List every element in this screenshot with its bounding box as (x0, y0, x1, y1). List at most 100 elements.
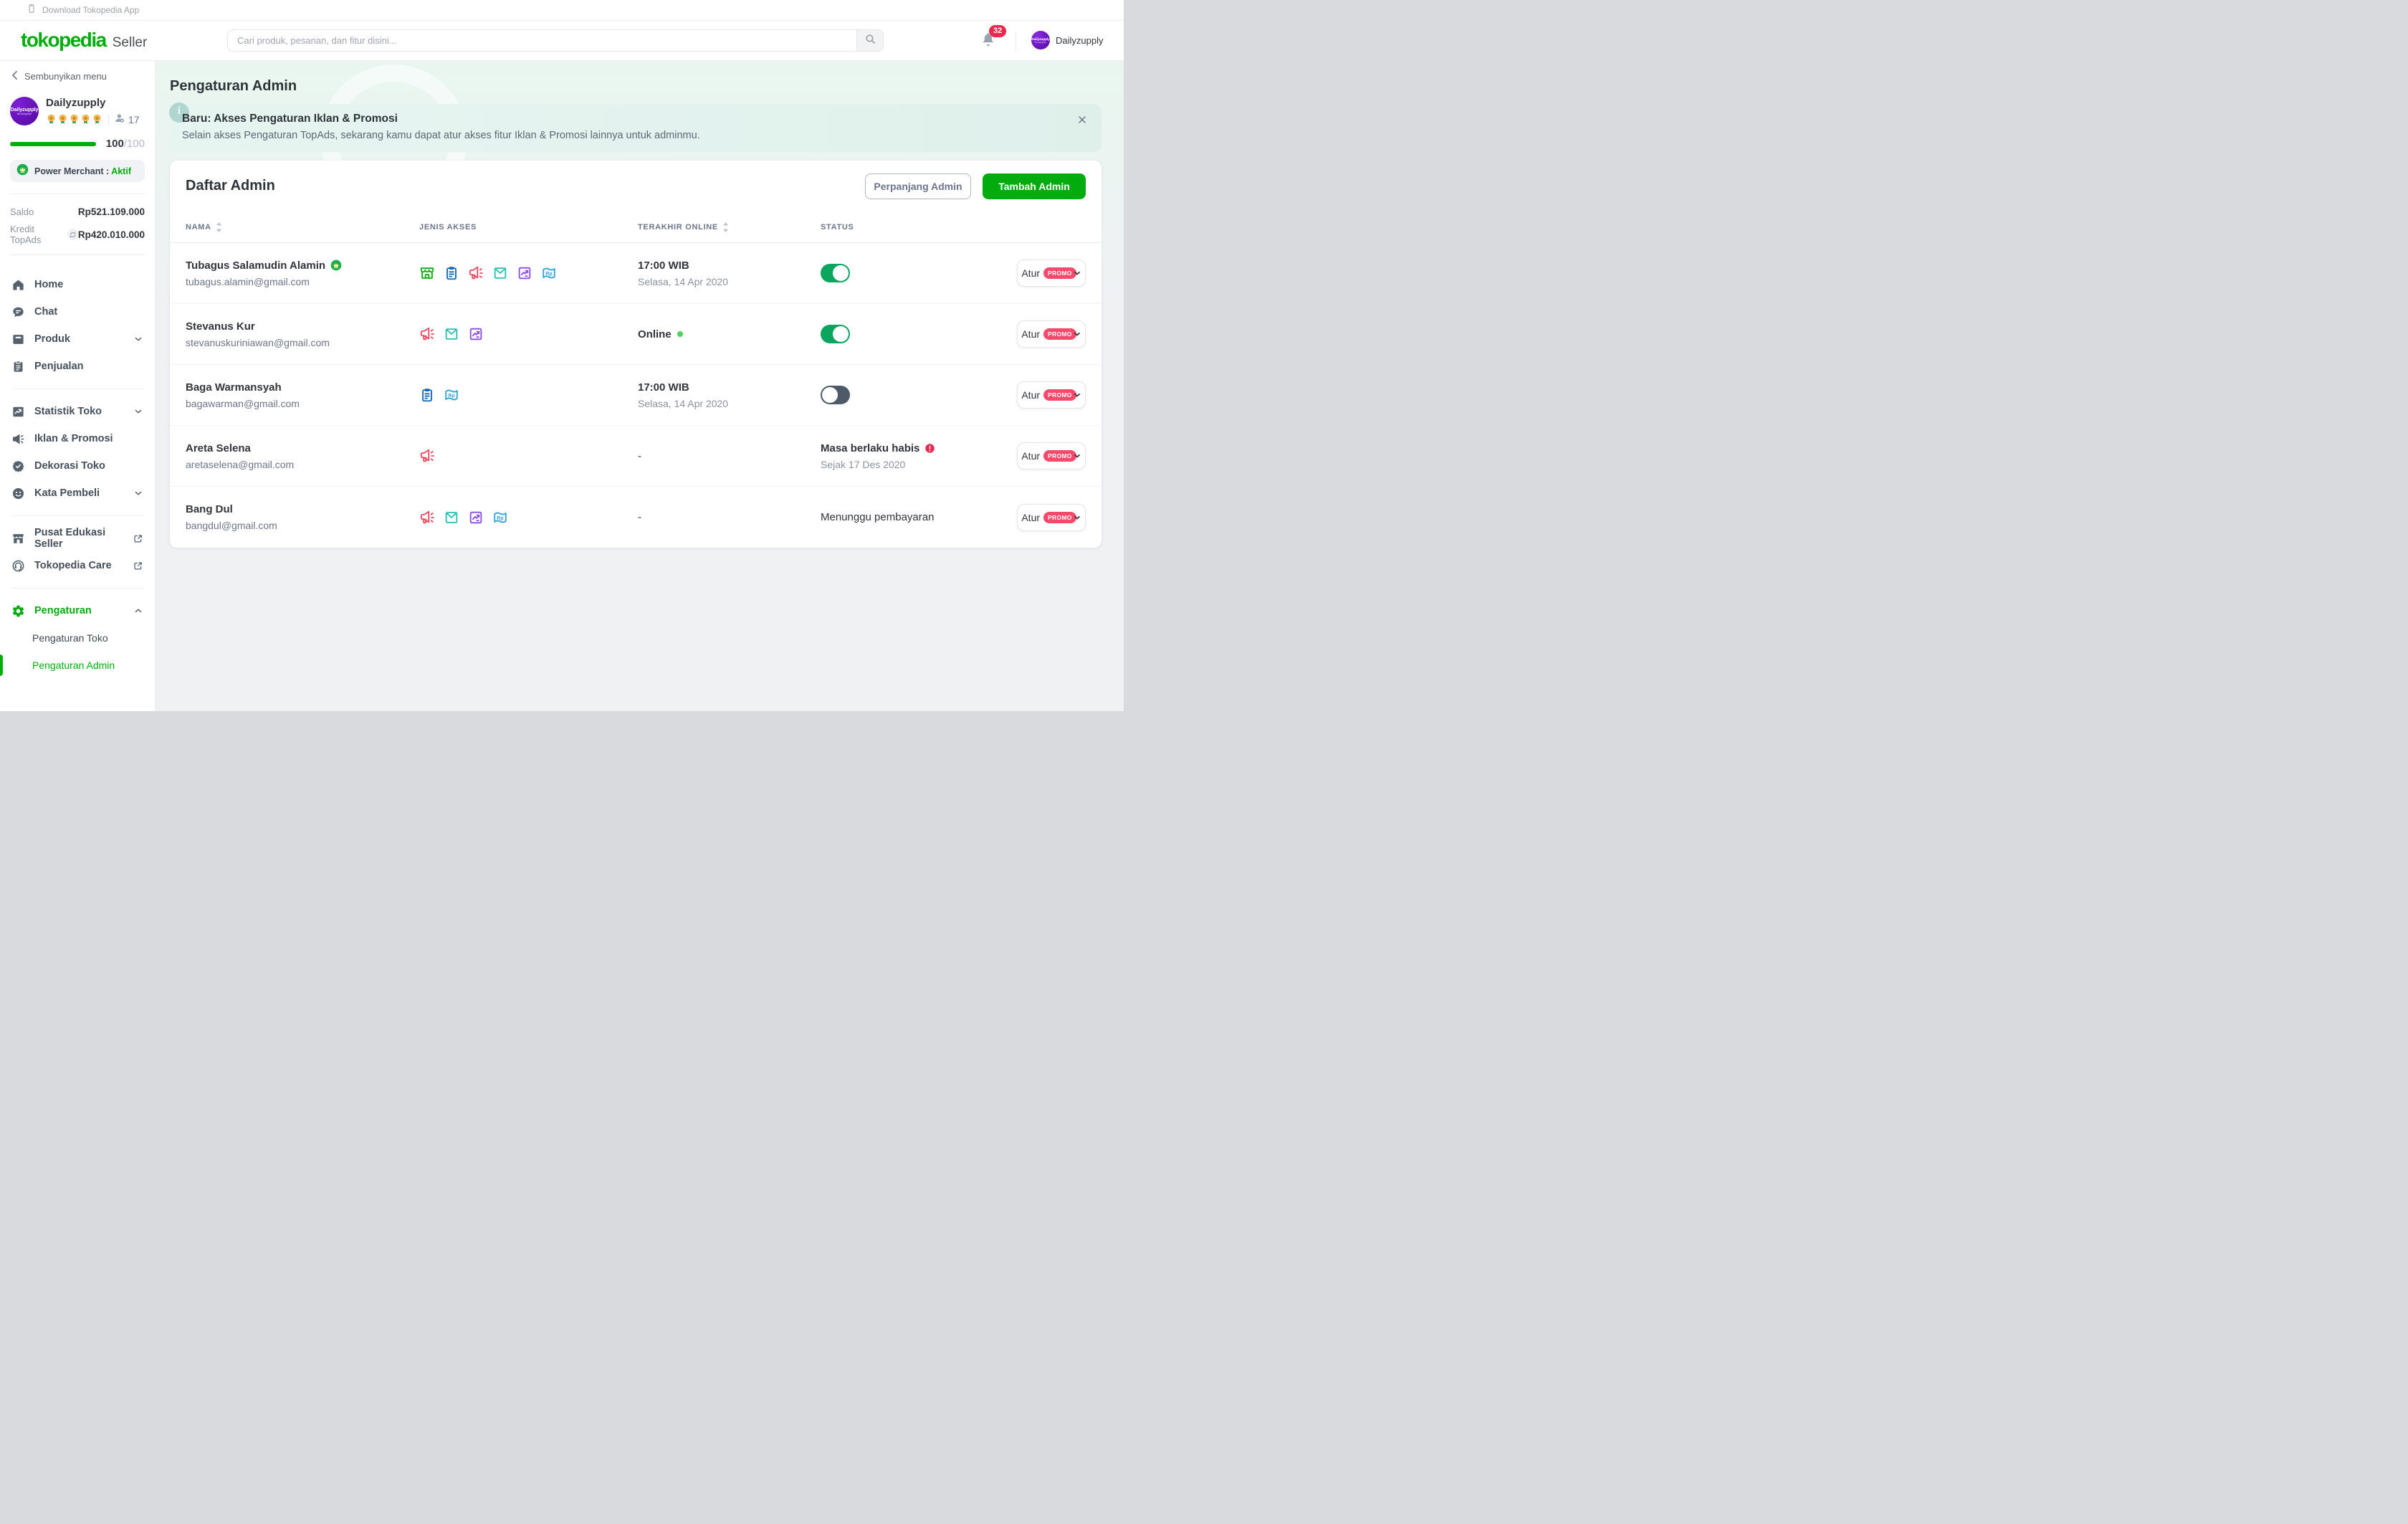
sidebar-item-dekorasi-toko[interactable]: Dekorasi Toko (0, 452, 155, 480)
status-toggle[interactable] (821, 264, 850, 282)
banner-body: Selain akses Pengaturan TopAds, sekarang… (182, 130, 700, 141)
access-rp-icon: Rp (541, 265, 557, 281)
admin-name-cell: Bang Dul bangdul@gmail.com (186, 503, 419, 531)
sidebar-item-pusat-edukasi-seller[interactable]: Pusat Edukasi Seller (0, 525, 155, 552)
admin-email: tubagus.alamin@gmail.com (186, 276, 419, 287)
hide-menu-button[interactable]: Sembunyikan menu (0, 60, 155, 82)
sidebar-item-tokopedia-care[interactable]: Tokopedia Care (0, 552, 155, 579)
access-clipboard-icon (419, 387, 435, 403)
sidebar-item-label: Penjualan (34, 361, 84, 372)
sidebar-item-pengaturan[interactable]: Pengaturan (0, 597, 155, 624)
sidebar-item-home[interactable]: Home (0, 271, 155, 298)
user-profile-chip[interactable]: Dailyzupply for everyone Dailyzupply (1031, 31, 1103, 49)
status-toggle[interactable] (821, 386, 850, 404)
global-search (227, 29, 884, 52)
page-title: Pengaturan Admin (170, 78, 1102, 95)
access-megaphone-icon (419, 326, 435, 342)
sidebar-item-kata-pembeli[interactable]: Kata Pembeli (0, 480, 155, 507)
status-toggle[interactable] (821, 325, 850, 343)
shop-stats: 17 (46, 113, 140, 126)
status-cell (821, 386, 1016, 404)
score-value: 100/100 (106, 138, 145, 150)
home-icon (11, 278, 25, 292)
chevron-down-icon (1073, 330, 1081, 338)
sidebar-item-pengaturan-toko[interactable]: Pengaturan Toko (0, 624, 155, 652)
atur-label: Atur (1021, 328, 1040, 340)
tokopedia-seller-logo[interactable]: tokopedia Seller (21, 29, 147, 52)
sort-icon[interactable] (216, 222, 222, 232)
search-icon (864, 33, 876, 49)
access-clipboard-icon (444, 265, 459, 281)
app-window: Download Tokopedia App tokopedia Seller … (0, 0, 1124, 711)
sidebar-item-iklan-promosi[interactable]: Iklan & Promosi (0, 425, 155, 452)
seller-logo-suffix: Seller (113, 35, 148, 51)
stats-divider (108, 115, 109, 125)
user-avatar: Dailyzupply for everyone (1031, 31, 1050, 49)
atur-button[interactable]: Atur PROMO (1017, 442, 1086, 470)
sidebar-item-penjualan[interactable]: Penjualan (0, 353, 155, 380)
refresh-icon[interactable] (67, 229, 78, 240)
promo-badge: PROMO (1043, 267, 1076, 279)
last-online-date: Selasa, 14 Apr 2020 (638, 276, 821, 287)
column-header-terakhir-online[interactable]: Terakhir Online (638, 222, 821, 232)
toggle-knob (833, 326, 849, 342)
access-megaphone-icon (468, 265, 484, 281)
access-store-icon (419, 265, 435, 281)
sales-icon (11, 360, 25, 373)
power-merchant-status: Aktif (111, 166, 131, 176)
alert-icon (924, 443, 935, 454)
table-row: Bang Dul bangdul@gmail.com Rp - Menunggu… (170, 487, 1102, 548)
promo-badge: PROMO (1043, 450, 1076, 462)
chevron-down-icon (133, 334, 143, 344)
access-types-cell: Rp (419, 387, 638, 403)
table-row: Baga Warmansyah bagawarman@gmail.com Rp … (170, 365, 1102, 426)
atur-button[interactable]: Atur PROMO (1017, 320, 1086, 348)
sidebar-item-label: Dekorasi Toko (34, 460, 105, 472)
sidebar-item-label: Produk (34, 333, 70, 345)
notifications-button[interactable]: 32 (980, 31, 1006, 52)
atur-label: Atur (1021, 450, 1040, 462)
access-megaphone-icon (419, 510, 435, 525)
access-chart-icon (468, 510, 484, 525)
sidebar-item-label: Statistik Toko (34, 406, 102, 417)
sidebar-item-label: Pengaturan (34, 605, 92, 616)
promo-badge: PROMO (1043, 328, 1076, 340)
main-content: Pengaturan Admin i Baru: Akses Pengatura… (156, 60, 1124, 711)
atur-label: Atur (1021, 512, 1040, 523)
sidebar-item-produk[interactable]: Produk (0, 325, 155, 353)
close-icon[interactable] (1076, 114, 1088, 125)
power-merchant-badge[interactable]: Power Merchant : Aktif (10, 160, 145, 182)
status-since-date: Sejak 17 Des 2020 (821, 459, 1016, 470)
column-header-nama[interactable]: Nama (186, 222, 419, 232)
atur-button[interactable]: Atur PROMO (1017, 259, 1086, 287)
sort-icon[interactable] (722, 222, 729, 232)
atur-button[interactable]: Atur PROMO (1017, 381, 1086, 409)
shop-avatar: Dailyzupply for everyone (10, 97, 39, 125)
search-button[interactable] (856, 30, 883, 51)
sidebar-item-pengaturan-admin[interactable]: Pengaturan Admin (0, 652, 155, 679)
star-medal-icon (80, 114, 91, 125)
topads-credit-row[interactable]: Kredit TopAds Rp420.010.000 (10, 226, 145, 243)
sidebar-item-chat[interactable]: Chat (0, 298, 155, 325)
tambah-admin-button[interactable]: Tambah Admin (983, 173, 1086, 199)
wallet-summary: Saldo Rp521.109.000 Kredit TopAds Rp420.… (10, 203, 145, 243)
access-rp-icon: Rp (444, 387, 459, 403)
notification-count-badge: 32 (989, 25, 1006, 37)
download-app-bar[interactable]: Download Tokopedia App (0, 0, 1124, 21)
admin-name: Bang Dul (186, 503, 419, 515)
search-input[interactable] (228, 30, 856, 51)
column-header-status: Status (821, 223, 1016, 232)
status-cell: Masa berlaku habis Sejak 17 Des 2020 (821, 442, 1016, 470)
perpanjang-admin-button[interactable]: Perpanjang Admin (865, 173, 971, 199)
decor-icon (11, 459, 25, 473)
app-header: tokopedia Seller 32 Dailyzupply for ever… (0, 21, 1124, 60)
menu-divider (11, 588, 143, 589)
status-cell (821, 264, 1016, 282)
table-row: Stevanus Kur stevanuskuriniawan@gmail.co… (170, 304, 1102, 365)
saldo-row[interactable]: Saldo Rp521.109.000 (10, 203, 145, 220)
sidebar-item-statistik-toko[interactable]: Statistik Toko (0, 398, 155, 425)
status-cell: Menunggu pembayaran (821, 511, 1016, 523)
access-chart-icon (468, 326, 484, 342)
atur-button[interactable]: Atur PROMO (1017, 504, 1086, 531)
shop-profile[interactable]: Dailyzupply for everyone Dailyzupply 17 (0, 82, 155, 126)
